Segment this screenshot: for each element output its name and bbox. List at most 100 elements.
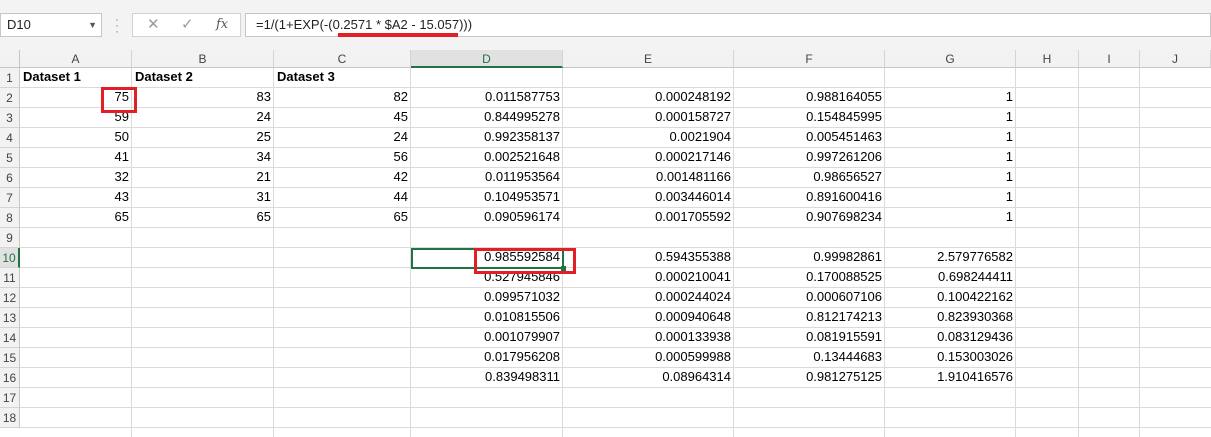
row-header-16[interactable]: 16: [0, 368, 20, 388]
cell-c2[interactable]: 82: [274, 88, 411, 106]
column-header-c[interactable]: C: [274, 50, 411, 68]
column-header-h[interactable]: H: [1016, 50, 1079, 68]
cell-c5[interactable]: 56: [274, 148, 411, 166]
cell-c8[interactable]: 65: [274, 208, 411, 226]
row-header-12[interactable]: 12: [0, 288, 20, 308]
cell-e11[interactable]: 0.000210041: [563, 268, 734, 286]
row-header-14[interactable]: 14: [0, 328, 20, 348]
cell-a8[interactable]: 65: [20, 208, 132, 226]
row-header-7[interactable]: 7: [0, 188, 20, 208]
cell-e10[interactable]: 0.594355388: [563, 248, 734, 266]
row-header-15[interactable]: 15: [0, 348, 20, 368]
cell-d5[interactable]: 0.002521648: [411, 148, 563, 166]
cell-b3[interactable]: 24: [132, 108, 274, 126]
cell-g10[interactable]: 2.579776582: [885, 248, 1016, 266]
row-header-17[interactable]: 17: [0, 388, 20, 408]
cell-g3[interactable]: 1: [885, 108, 1016, 126]
cell-b1[interactable]: Dataset 2: [132, 68, 274, 86]
column-header-d[interactable]: D: [411, 50, 563, 68]
fx-icon[interactable]: fx: [216, 17, 228, 32]
cell-g15[interactable]: 0.153003026: [885, 348, 1016, 366]
select-all-corner[interactable]: [0, 50, 20, 68]
cell-d8[interactable]: 0.090596174: [411, 208, 563, 226]
cell-c4[interactable]: 24: [274, 128, 411, 146]
cell-g16[interactable]: 1.910416576: [885, 368, 1016, 386]
cell-e3[interactable]: 0.000158727: [563, 108, 734, 126]
column-header-e[interactable]: E: [563, 50, 734, 68]
cell-f5[interactable]: 0.997261206: [734, 148, 885, 166]
cell-g4[interactable]: 1: [885, 128, 1016, 146]
cell-e15[interactable]: 0.000599988: [563, 348, 734, 366]
row-header-2[interactable]: 2: [0, 88, 20, 108]
cell-d13[interactable]: 0.010815506: [411, 308, 563, 326]
cell-g2[interactable]: 1: [885, 88, 1016, 106]
cell-e4[interactable]: 0.0021904: [563, 128, 734, 146]
cell-f7[interactable]: 0.891600416: [734, 188, 885, 206]
row-header-8[interactable]: 8: [0, 208, 20, 228]
cell-e6[interactable]: 0.001481166: [563, 168, 734, 186]
row-header-13[interactable]: 13: [0, 308, 20, 328]
column-header-f[interactable]: F: [734, 50, 885, 68]
cell-f12[interactable]: 0.000607106: [734, 288, 885, 306]
cell-c6[interactable]: 42: [274, 168, 411, 186]
column-header-a[interactable]: A: [20, 50, 132, 68]
cell-f10[interactable]: 0.99982861: [734, 248, 885, 266]
cell-e5[interactable]: 0.000217146: [563, 148, 734, 166]
row-header-9[interactable]: 9: [0, 228, 20, 248]
cell-c1[interactable]: Dataset 3: [274, 68, 411, 86]
cell-c7[interactable]: 44: [274, 188, 411, 206]
cell-f13[interactable]: 0.812174213: [734, 308, 885, 326]
row-header-4[interactable]: 4: [0, 128, 20, 148]
cell-d14[interactable]: 0.001079907: [411, 328, 563, 346]
cell-f8[interactable]: 0.907698234: [734, 208, 885, 226]
cell-f4[interactable]: 0.005451463: [734, 128, 885, 146]
cell-b5[interactable]: 34: [132, 148, 274, 166]
cell-b6[interactable]: 21: [132, 168, 274, 186]
cell-e8[interactable]: 0.001705592: [563, 208, 734, 226]
column-header-g[interactable]: G: [885, 50, 1016, 68]
cell-f15[interactable]: 0.13444683: [734, 348, 885, 366]
drag-handle-icon[interactable]: · · ·: [115, 13, 119, 37]
cell-e14[interactable]: 0.000133938: [563, 328, 734, 346]
cell-d12[interactable]: 0.099571032: [411, 288, 563, 306]
cell-d4[interactable]: 0.992358137: [411, 128, 563, 146]
cell-f14[interactable]: 0.081915591: [734, 328, 885, 346]
cell-f6[interactable]: 0.98656527: [734, 168, 885, 186]
cell-g8[interactable]: 1: [885, 208, 1016, 226]
cell-g12[interactable]: 0.100422162: [885, 288, 1016, 306]
row-header-11[interactable]: 11: [0, 268, 20, 288]
cell-d6[interactable]: 0.011953564: [411, 168, 563, 186]
cell-a6[interactable]: 32: [20, 168, 132, 186]
check-icon[interactable]: ✓: [181, 15, 194, 33]
row-header-6[interactable]: 6: [0, 168, 20, 188]
cell-f3[interactable]: 0.154845995: [734, 108, 885, 126]
cell-a5[interactable]: 41: [20, 148, 132, 166]
cell-a1[interactable]: Dataset 1: [20, 68, 132, 86]
cell-g14[interactable]: 0.083129436: [885, 328, 1016, 346]
cell-e16[interactable]: 0.08964314: [563, 368, 734, 386]
chevron-down-icon[interactable]: ▼: [88, 14, 97, 36]
cell-c3[interactable]: 45: [274, 108, 411, 126]
cell-b2[interactable]: 83: [132, 88, 274, 106]
column-header-i[interactable]: I: [1079, 50, 1140, 68]
cell-b4[interactable]: 25: [132, 128, 274, 146]
close-icon[interactable]: ✕: [147, 15, 160, 33]
cell-f16[interactable]: 0.981275125: [734, 368, 885, 386]
cell-b8[interactable]: 65: [132, 208, 274, 226]
column-header-b[interactable]: B: [132, 50, 274, 68]
cell-g13[interactable]: 0.823930368: [885, 308, 1016, 326]
cell-g7[interactable]: 1: [885, 188, 1016, 206]
cell-a7[interactable]: 43: [20, 188, 132, 206]
cell-g6[interactable]: 1: [885, 168, 1016, 186]
cell-e7[interactable]: 0.003446014: [563, 188, 734, 206]
row-header-18[interactable]: 18: [0, 408, 20, 428]
row-header-1[interactable]: 1: [0, 68, 20, 88]
cell-g5[interactable]: 1: [885, 148, 1016, 166]
cell-b7[interactable]: 31: [132, 188, 274, 206]
cell-e12[interactable]: 0.000244024: [563, 288, 734, 306]
cell-g11[interactable]: 0.698244411: [885, 268, 1016, 286]
row-header-3[interactable]: 3: [0, 108, 20, 128]
cell-f11[interactable]: 0.170088525: [734, 268, 885, 286]
cell-e2[interactable]: 0.000248192: [563, 88, 734, 106]
cell-d3[interactable]: 0.844995278: [411, 108, 563, 126]
